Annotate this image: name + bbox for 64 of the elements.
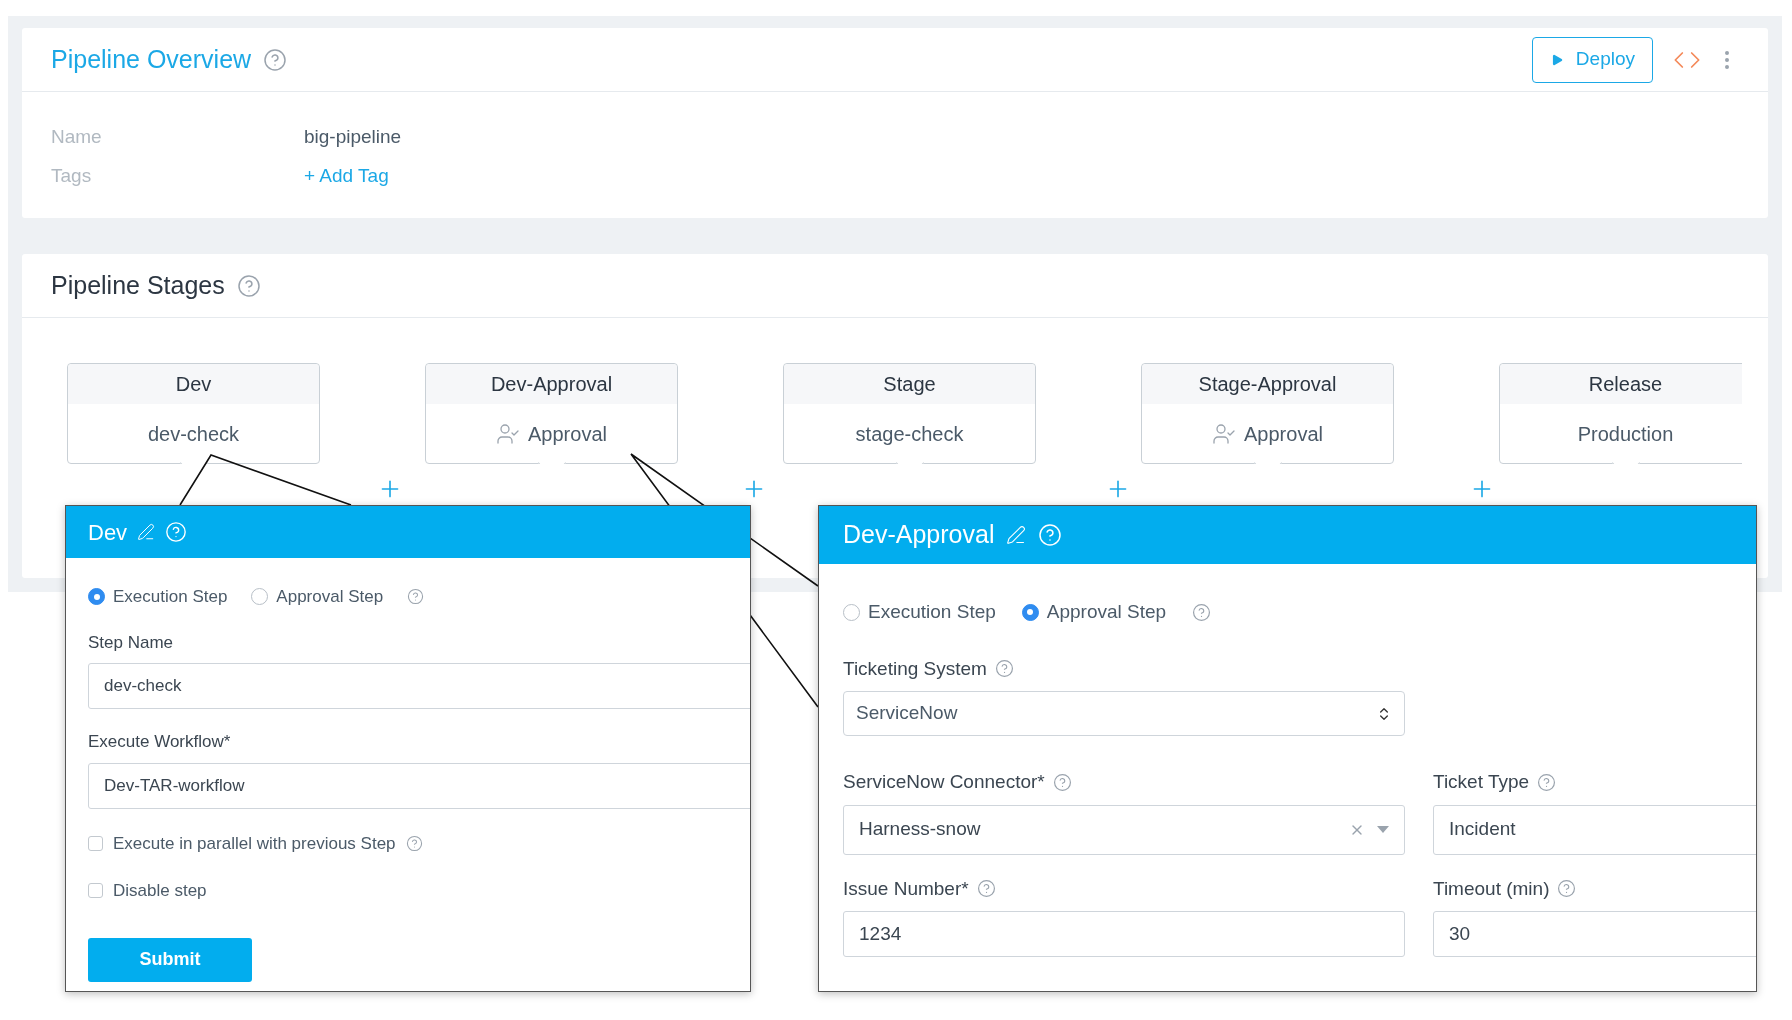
pencil-icon[interactable]	[137, 523, 156, 541]
field-label: Issue Number*	[843, 876, 969, 901]
help-icon[interactable]	[263, 47, 288, 72]
stage-step: Approval	[1244, 418, 1323, 449]
text-field[interactable]: 30	[1433, 911, 1756, 957]
page-title: Pipeline Overview	[51, 43, 252, 75]
help-icon[interactable]	[1192, 602, 1212, 622]
stage-card[interactable]: Dev-Approval Approval	[425, 363, 678, 464]
help-icon[interactable]	[236, 273, 261, 298]
checkbox[interactable]	[88, 835, 103, 851]
user-check-icon	[496, 421, 521, 446]
checkbox-label: Disable step	[113, 880, 207, 902]
stage-name: Release	[1588, 372, 1663, 397]
user-check-icon	[1212, 421, 1237, 446]
stage-card[interactable]: Dev dev-check	[67, 363, 320, 464]
stage-name: Stage	[883, 372, 936, 397]
field-label: Ticket Type	[1433, 770, 1530, 794]
help-icon[interactable]	[165, 521, 188, 543]
checkbox[interactable]	[88, 883, 103, 899]
field-label: Execute Workflow*	[88, 731, 232, 753]
stage-name: Dev	[175, 372, 212, 397]
field-label: Step Name	[88, 631, 175, 654]
section-title: Pipeline Stages	[51, 269, 225, 301]
stage-step: Production	[1577, 418, 1674, 449]
caret-icon[interactable]	[1377, 826, 1389, 833]
help-icon[interactable]	[1052, 772, 1072, 792]
stage-card[interactable]: Stage-Approval Approval	[1141, 363, 1394, 464]
panel-title: Dev-Approval	[843, 519, 995, 551]
pencil-icon[interactable]	[1006, 525, 1027, 545]
stage-name: Stage-Approval	[1198, 372, 1337, 397]
text-field[interactable]: Dev-TAR-workflow	[88, 762, 750, 809]
text-field[interactable]: Incident	[1433, 804, 1756, 855]
radio-button[interactable]	[843, 603, 860, 621]
text-field[interactable]: dev-check	[88, 663, 750, 709]
field-label: ServiceNow Connector*	[843, 770, 1045, 794]
radio-label: Execution Step	[113, 586, 228, 608]
panel-title: Dev	[88, 518, 128, 547]
radio-label: Approval Step	[1046, 600, 1167, 624]
field-value: big-pipeline	[304, 124, 402, 149]
field-label: Timeout (min)	[1433, 876, 1550, 901]
help-icon[interactable]	[976, 879, 996, 899]
field-label: Ticketing System	[843, 656, 987, 681]
help-icon[interactable]	[1537, 772, 1557, 792]
stage-step: Approval	[528, 418, 607, 449]
stage-step: stage-check	[855, 418, 964, 449]
stage-card[interactable]: Release Production	[1499, 363, 1742, 464]
help-icon[interactable]	[407, 588, 425, 606]
select-field[interactable]: ServiceNow	[843, 691, 1405, 736]
field-label: Tags	[51, 163, 93, 188]
select-field[interactable]: Harness-snow	[843, 804, 1405, 855]
help-icon[interactable]	[994, 659, 1014, 679]
radio-button[interactable]	[251, 588, 269, 606]
stage-name: Dev-Approval	[490, 372, 613, 397]
checkbox-label: Execute in parallel with previous Step	[113, 832, 396, 855]
help-icon[interactable]	[1557, 879, 1577, 899]
radio-label: Approval Step	[276, 586, 384, 608]
field-label: Name	[51, 124, 103, 149]
stage-step: dev-check	[147, 418, 240, 449]
text-field[interactable]: 1234	[843, 911, 1405, 957]
stage-card[interactable]: Stage stage-check	[783, 363, 1036, 464]
help-icon[interactable]	[405, 834, 423, 852]
radio-label: Execution Step	[868, 600, 996, 624]
radio-button[interactable]	[1021, 603, 1039, 621]
radio-button[interactable]	[88, 588, 105, 606]
